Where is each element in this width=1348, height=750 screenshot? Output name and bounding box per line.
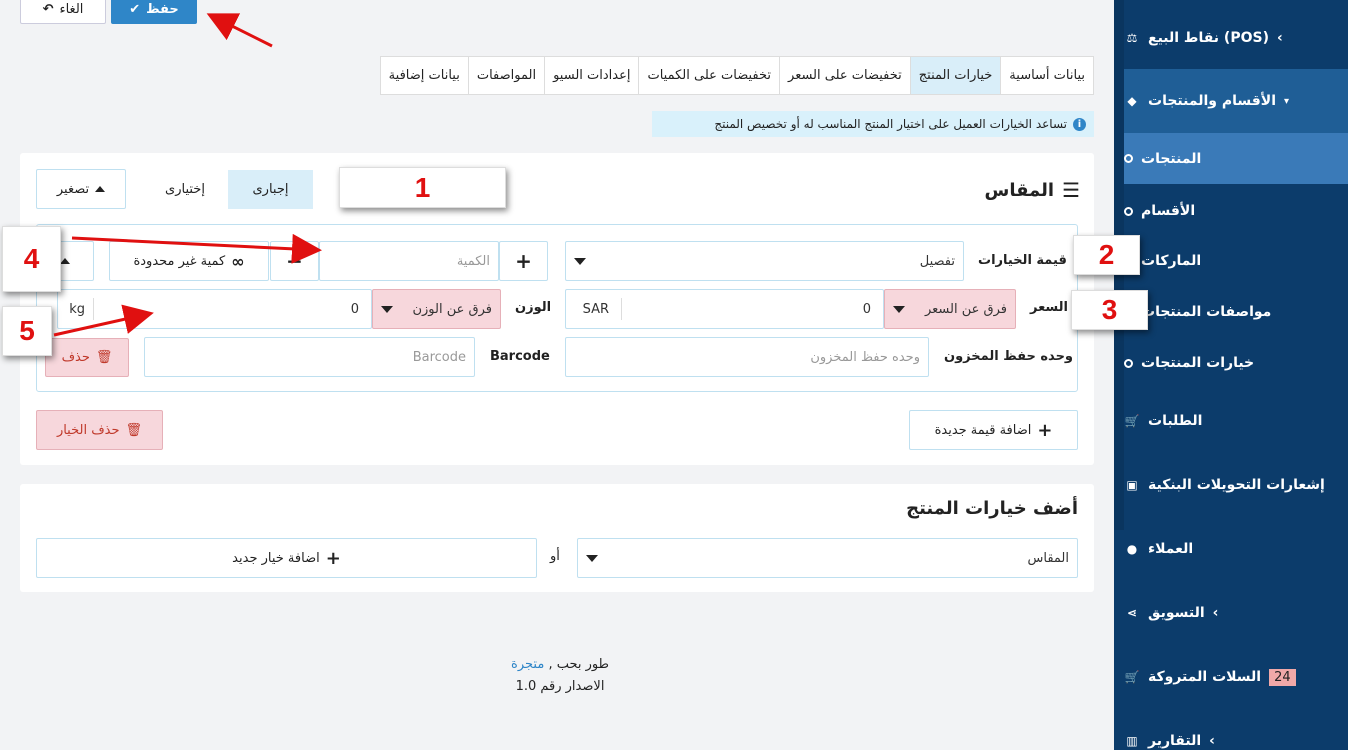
circle-icon	[1124, 154, 1133, 163]
sidebar-item-products[interactable]: المنتجات	[1124, 133, 1348, 184]
money-icon: ▣	[1126, 478, 1138, 492]
user-icon: ●	[1126, 542, 1138, 556]
chevron-left-icon: ‹	[1212, 605, 1219, 621]
sidebar-item-categories-products[interactable]: ◆ الأقسام والمنتجات ▾	[1124, 69, 1348, 133]
sidebar-item-abandoned[interactable]: 🛒 السلات المتروكة 24	[1124, 662, 1348, 692]
sidebar-item-transfers[interactable]: ▣ إشعارات التحويلات البنكية	[1124, 470, 1348, 500]
arrow-to-weight	[53, 304, 154, 337]
sidebar-item-pos[interactable]: ⚖ نقاط البيع (POS) ‹	[1124, 20, 1348, 56]
sidebar-item-customers[interactable]: ● العملاء	[1124, 534, 1348, 564]
circle-icon	[1124, 358, 1133, 368]
sidebar-item-categories[interactable]: الأقسام	[1124, 196, 1348, 226]
cart-icon: 🛒	[1124, 414, 1140, 428]
circle-icon	[1124, 206, 1133, 216]
sidebar-item-options[interactable]: خيارات المنتجات	[1124, 348, 1348, 378]
share-icon: ⋖	[1126, 606, 1138, 620]
chart-icon: ▥	[1126, 734, 1138, 748]
scale-icon: ⚖	[1126, 31, 1138, 45]
chevron-left-icon: ‹	[1209, 733, 1215, 749]
sidebar-item-orders[interactable]: 🛒 الطلبات	[1124, 406, 1348, 436]
sidebar-item-brands[interactable]: الماركات	[1124, 246, 1348, 276]
arrow-to-save	[206, 13, 273, 48]
tag-icon: ◆	[1127, 94, 1137, 108]
abandoned-count-badge: 24	[1269, 668, 1296, 686]
annotation-arrows	[53, 13, 322, 337]
chevron-down-icon: ▾	[1284, 95, 1290, 107]
sidebar-item-specs[interactable]: مواصفات المنتجات	[1124, 297, 1348, 327]
sidebar-item-marketing[interactable]: ⋖ التسويق ‹	[1124, 598, 1348, 628]
chevron-left-icon: ‹	[1276, 30, 1283, 46]
arrow-to-quantity	[71, 233, 322, 264]
sidebar-item-reports[interactable]: ▥ التقارير ‹	[1124, 726, 1348, 750]
cart-icon: 🛒	[1124, 670, 1140, 684]
